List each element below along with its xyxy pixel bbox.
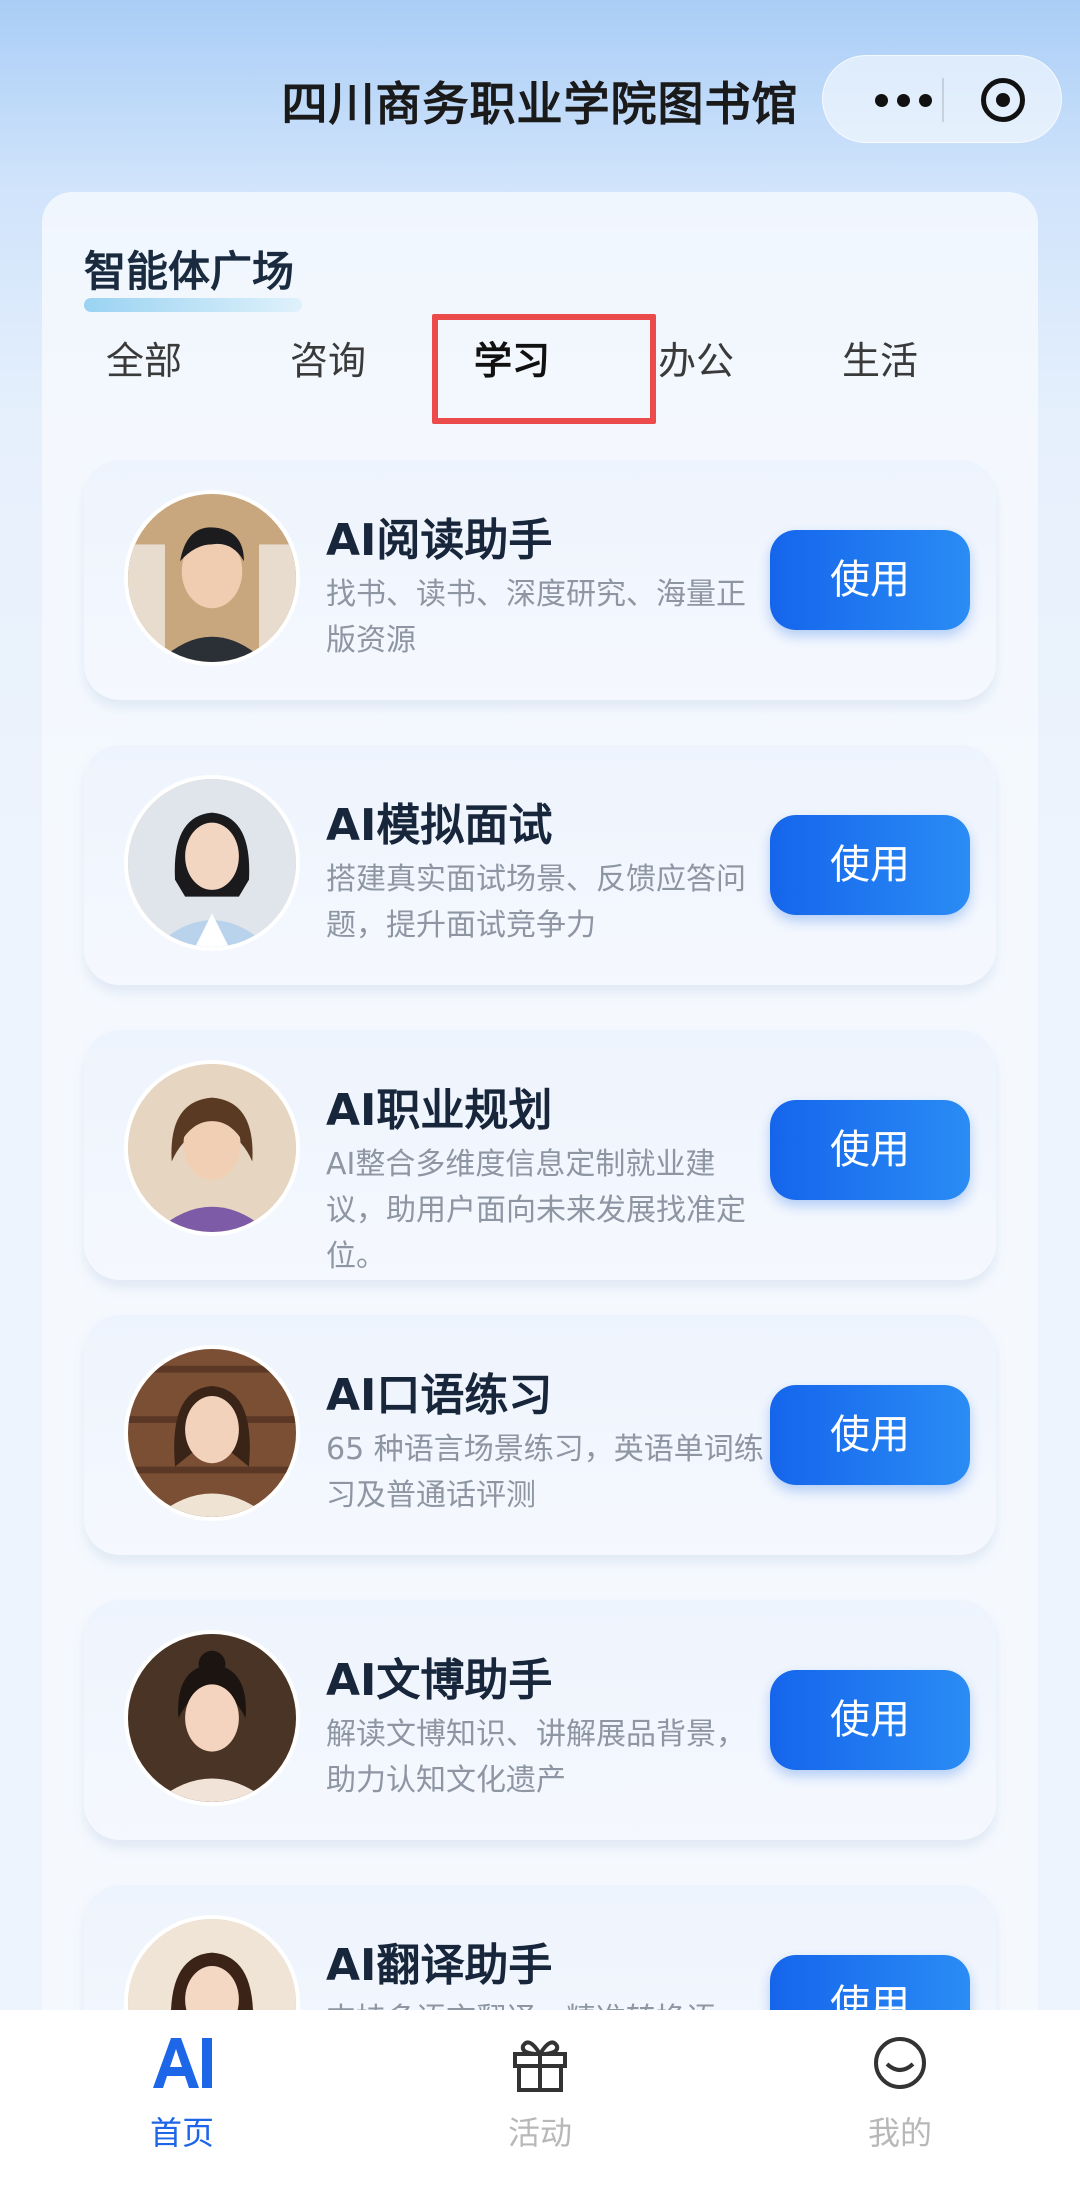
capsule-divider [942,78,944,122]
agent-title: AI文博助手 [326,1655,553,1706]
more-dots-icon[interactable] [859,82,947,118]
avatar [124,1345,300,1521]
tab-highlight-box [432,314,656,424]
nav-activity-label: 活动 [507,2114,572,2152]
section-title-underline [84,298,302,312]
gift-icon [513,2040,567,2092]
avatar [124,490,300,666]
agent-description: 解读文博知识、讲解展品背景，助力认知文化遗产 [326,1717,746,1798]
agent-card-interview: AI模拟面试 搭建真实面试场景、反馈应答问题，提升面试竞争力 使用 [84,745,996,985]
nav-home[interactable]: 首页 [102,2028,262,2154]
agent-description: 65 种语言场景练习，英语单词练习及普通话评测 [326,1432,764,1513]
agent-description: 搭建真实面试场景、反馈应答问题，提升面试竞争力 [326,862,746,943]
agent-card-museum: AI文博助手 解读文博知识、讲解展品背景，助力认知文化遗产 使用 [84,1600,996,1840]
avatar [124,1630,300,1806]
agent-card-reading: AI阅读助手 找书、读书、深度研究、海量正版资源 使用 [84,460,996,700]
nav-mine[interactable]: 我的 [820,2028,980,2154]
agent-title: AI职业规划 [326,1085,553,1136]
tab-consult[interactable]: 咨询 [268,330,388,385]
mini-program-capsule [822,55,1062,143]
agent-description: AI整合多维度信息定制就业建议，助用户面向未来发展找准定位。 [326,1147,746,1274]
agent-card-career: AI职业规划 AI整合多维度信息定制就业建议，助用户面向未来发展找准定位。 使用 [84,1030,996,1280]
avatar [124,775,300,951]
tab-life[interactable]: 生活 [820,330,940,385]
use-button[interactable]: 使用 [770,530,970,630]
nav-activity[interactable]: 活动 [460,2028,620,2154]
use-button[interactable]: 使用 [770,815,970,915]
avatar [124,1060,300,1236]
smile-icon [874,2037,926,2089]
agent-card-speaking: AI口语练习 65 种语言场景练习，英语单词练习及普通话评测 使用 [84,1315,996,1555]
tab-all[interactable]: 全部 [84,330,204,385]
agent-title: AI翻译助手 [326,1940,553,1991]
top-bar: 四川商务职业学院图书馆 [0,0,1080,190]
bottom-tab-bar: 首页 活动 我的 [0,2010,1080,2185]
nav-mine-label: 我的 [867,2114,932,2152]
agent-description: 找书、读书、深度研究、海量正版资源 [326,577,746,658]
agent-title: AI口语练习 [326,1370,553,1421]
use-button[interactable]: 使用 [770,1385,970,1485]
agent-title: AI阅读助手 [326,515,553,566]
target-icon[interactable] [981,78,1025,122]
agent-title: AI模拟面试 [326,800,553,851]
use-button[interactable]: 使用 [770,1670,970,1770]
ai-logo-icon [153,2038,212,2088]
section-title: 智能体广场 [84,247,295,296]
nav-home-label: 首页 [149,2114,214,2152]
use-button[interactable]: 使用 [770,1100,970,1200]
